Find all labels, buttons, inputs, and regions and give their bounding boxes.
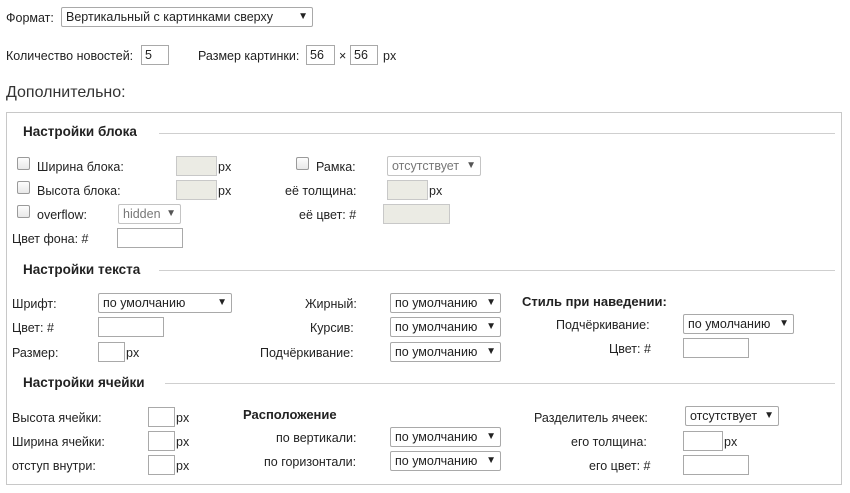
block-height-checkbox[interactable] [17,181,30,194]
chevron-down-icon: ▼ [779,318,789,329]
border-thickness-unit: px [429,184,443,198]
hover-color-input[interactable] [683,338,749,358]
italic-select[interactable]: по умолчанию ▼ [390,317,501,337]
cell-separator-select[interactable]: отсутствует ▼ [685,406,779,426]
italic-label: Курсив: [310,321,354,335]
cell-height-label: Высота ячейки: [12,411,102,425]
block-width-unit: px [218,160,232,174]
bold-label: Жирный: [305,297,357,311]
block-settings-title: Настройки блока [23,124,137,139]
overflow-checkbox[interactable] [17,205,30,218]
format-label: Формат: [6,11,54,25]
text-size-label: Размер: [12,346,59,360]
overflow-select-value: hidden [123,207,161,221]
separator-color-input[interactable] [683,455,749,475]
format-select-value: Вертикальный с картинками сверху [66,10,273,24]
border-select-value: отсутствует [392,159,460,173]
chevron-down-icon: ▼ [166,208,176,219]
chevron-down-icon: ▼ [486,455,496,466]
chevron-down-icon: ▼ [486,431,496,442]
block-height-label: Высота блока: [37,184,121,198]
news-count-input[interactable]: 5 [141,45,169,65]
overflow-label: overflow: [37,208,88,222]
cell-width-label: Ширина ячейки: [12,435,105,449]
cell-height-input[interactable] [148,407,175,427]
chevron-down-icon: ▼ [298,11,308,22]
block-height-input[interactable] [176,180,217,200]
vertical-align-label: по вертикали: [276,431,357,445]
cell-height-unit: px [176,411,190,425]
cell-width-unit: px [176,435,190,449]
bg-color-input[interactable] [117,228,183,248]
block-height-unit: px [218,184,232,198]
hover-color-label: Цвет: # [609,342,651,356]
cell-width-input[interactable] [148,431,175,451]
separator-thickness-label: его толщина: [571,435,647,449]
bold-select-value: по умолчанию [395,296,478,310]
underline-select-value: по умолчанию [395,345,478,359]
cell-padding-label: отступ внутри: [12,459,96,473]
image-size-unit: px [383,49,397,63]
underline-label: Подчёркивание: [260,346,354,360]
border-color-input[interactable] [383,204,450,224]
overflow-select[interactable]: hidden ▼ [118,204,181,224]
cell-settings-title: Настройки ячейки [23,375,145,390]
chevron-down-icon: ▼ [486,321,496,332]
hover-underline-select-value: по умолчанию [688,317,771,331]
text-size-input[interactable] [98,342,125,362]
border-thickness-label: её толщина: [285,184,357,198]
horizontal-align-select-value: по умолчанию [395,454,478,468]
cell-padding-input[interactable] [148,455,175,475]
border-checkbox[interactable] [296,157,309,170]
chevron-down-icon: ▼ [217,297,227,308]
block-settings-divider [159,133,835,134]
chevron-down-icon: ▼ [486,346,496,357]
text-settings-divider [159,270,835,271]
image-height-input[interactable]: 56 [350,45,378,65]
text-color-input[interactable] [98,317,164,337]
chevron-down-icon: ▼ [764,410,774,421]
hover-underline-select[interactable]: по умолчанию ▼ [683,314,794,334]
border-label: Рамка: [316,160,356,174]
font-label: Шрифт: [12,297,57,311]
separator-thickness-unit: px [724,435,738,449]
font-select[interactable]: по умолчанию ▼ [98,293,232,313]
separator-thickness-input[interactable] [683,431,723,451]
font-select-value: по умолчанию [103,296,186,310]
text-color-label: Цвет: # [12,321,54,335]
border-select[interactable]: отсутствует ▼ [387,156,481,176]
separator-color-label: его цвет: # [589,459,651,473]
underline-select[interactable]: по умолчанию ▼ [390,342,501,362]
horizontal-align-label: по горизонтали: [264,455,357,469]
border-color-label: её цвет: # [299,208,357,222]
additional-title: Дополнительно: [6,84,126,101]
position-title: Расположение [243,407,337,422]
text-settings-title: Настройки текста [23,262,141,277]
chevron-down-icon: ▼ [486,297,496,308]
block-width-label: Ширина блока: [37,160,124,174]
image-width-input[interactable]: 56 [306,45,335,65]
cell-settings-divider [165,383,835,384]
italic-select-value: по умолчанию [395,320,478,334]
text-size-unit: px [126,346,140,360]
block-width-input[interactable] [176,156,217,176]
chevron-down-icon: ▼ [466,160,476,171]
block-width-checkbox[interactable] [17,157,30,170]
hover-style-title: Стиль при наведении: [522,294,667,309]
image-size-label: Размер картинки: [198,49,300,63]
cell-separator-label: Разделитель ячеек: [534,411,648,425]
cell-separator-select-value: отсутствует [690,409,758,423]
format-select[interactable]: Вертикальный с картинками сверху ▼ [61,7,313,27]
image-size-separator: × [339,49,347,63]
horizontal-align-select[interactable]: по умолчанию ▼ [390,451,501,471]
bold-select[interactable]: по умолчанию ▼ [390,293,501,313]
border-thickness-input[interactable] [387,180,428,200]
hover-underline-label: Подчёркивание: [556,318,650,332]
vertical-align-select[interactable]: по умолчанию ▼ [390,427,501,447]
vertical-align-select-value: по умолчанию [395,430,478,444]
cell-padding-unit: px [176,459,190,473]
news-count-label: Количество новостей: [6,49,134,63]
bg-color-label: Цвет фона: # [12,232,89,246]
